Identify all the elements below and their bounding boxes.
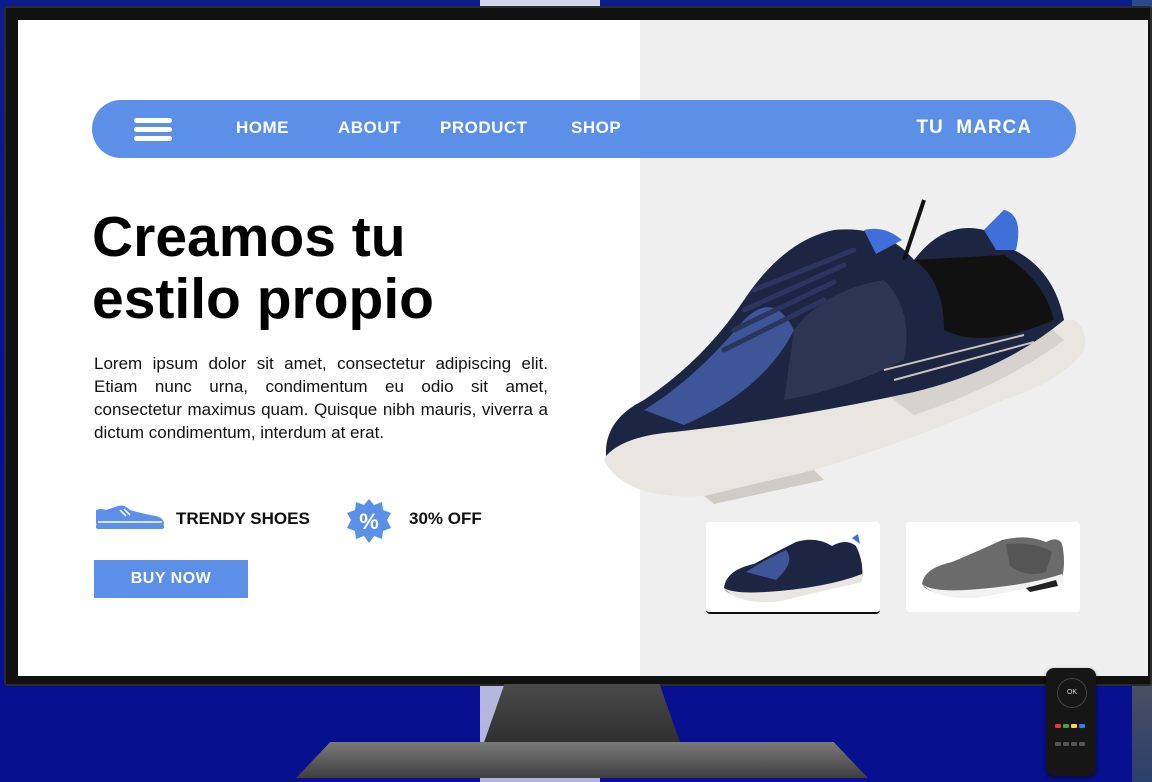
discount-label: 30% OFF (409, 509, 482, 528)
feature-row: TRENDY SHOES % 30% OFF (94, 498, 514, 543)
hero-title-line-2: estilo propio (92, 267, 434, 331)
tv-remote: OK (1046, 668, 1096, 776)
buy-now-button[interactable]: BUY NOW (94, 560, 248, 598)
remote-ok-label: OK (1066, 689, 1078, 696)
nav-product[interactable]: PRODUCT (440, 118, 528, 138)
grey-sneaker-thumbnail-image (922, 537, 1064, 599)
percent-badge-icon: % (347, 499, 391, 543)
trendy-shoes-label: TRENDY SHOES (176, 509, 310, 528)
remote-color-keys (1054, 716, 1088, 752)
monitor-stand-base (296, 742, 868, 778)
nav-home[interactable]: HOME (236, 118, 289, 138)
remote-dpad: OK (1057, 678, 1087, 708)
brand-name[interactable]: TU MARCA (916, 117, 1032, 139)
website-screen: HOME ABOUT PRODUCT SHOP TU MARCA Creamos… (18, 20, 1148, 676)
thumbnail-navy-sneaker[interactable] (706, 522, 880, 614)
hero-title: Creamos tu estilo propio (92, 206, 572, 330)
navy-sneaker-thumbnail-image (724, 534, 863, 603)
nav-about[interactable]: ABOUT (338, 118, 401, 138)
thumbnail-grey-sneaker[interactable] (906, 522, 1080, 612)
percent-badge-text: % (359, 509, 379, 534)
navbar: HOME ABOUT PRODUCT SHOP TU MARCA (92, 100, 1076, 158)
tv-monitor: HOME ABOUT PRODUCT SHOP TU MARCA Creamos… (4, 6, 1152, 686)
sneaker-icon (96, 505, 164, 529)
hero-title-line-1: Creamos tu (92, 205, 406, 269)
hamburger-menu-icon[interactable] (134, 118, 172, 141)
main-sneaker-image (604, 199, 1086, 504)
nav-shop[interactable]: SHOP (571, 118, 621, 138)
hero-description: Lorem ipsum dolor sit amet, consectetur … (94, 354, 548, 442)
